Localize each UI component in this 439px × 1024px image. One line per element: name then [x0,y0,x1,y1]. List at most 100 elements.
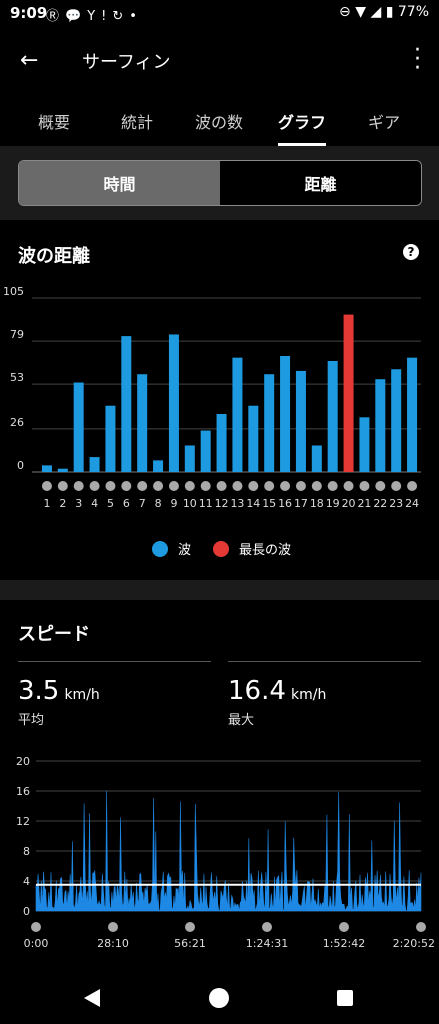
bar [200,430,211,472]
tab-overview[interactable]: 概要 [38,109,70,133]
x-tick-label: 24 [405,497,419,510]
toggle-distance-button[interactable]: 距離 [220,161,421,205]
battery-percent: 77% [397,4,429,20]
bar [295,370,306,472]
tab-graph[interactable]: グラフ [278,109,326,133]
nav-back-icon[interactable] [82,988,102,1008]
chart-legend: 波 最長の波 [152,539,291,558]
tab-bar: 概要 統計 波の数 グラフ ギア [0,92,439,144]
x-tick-label: 22 [373,497,387,510]
x-tick-dot [41,481,52,491]
x-tick-label: 3 [75,497,82,510]
help-icon[interactable]: ? [403,244,419,260]
status-bar: 9:09 Ⓡ💬Y!↻• ⊖ ▼ ◢ ▮ 77% [0,0,439,26]
x-tick-label: 18 [310,497,324,510]
page-title: サーフィン [82,52,171,73]
x-tick-dot [200,481,211,491]
x-tick-label: 28:10 [97,937,129,950]
x-tick-label: 1:52:42 [323,937,365,950]
rakuten-icon: Ⓡ [46,9,66,24]
x-tick-dot [262,922,272,932]
system-nav-bar [0,972,439,1024]
x-tick-dot [248,481,259,491]
chat-icon: 💬 [65,9,88,24]
tab-gear[interactable]: ギア [368,109,400,133]
x-tick-label: 17 [294,497,308,510]
x-tick-label: 7 [139,497,146,510]
bar [105,405,116,472]
bar [232,357,243,472]
app-bar: ← サーフィン · · · [0,26,439,92]
section-divider [0,580,439,600]
x-tick-dot [295,481,306,491]
x-tick-label: 2:20:52 [393,937,435,950]
toggle-time-button[interactable]: 時間 [19,161,220,205]
legend-longest-label: 最長の波 [239,543,292,558]
dnd-icon: ⊖ [339,4,351,20]
x-tick-label: 5 [107,497,114,510]
time-distance-toggle: 時間 距離 [18,160,422,206]
bar [168,334,179,472]
x-tick-label: 2 [59,497,66,510]
x-tick-dot [327,481,338,491]
x-tick-label: 13 [230,497,244,510]
x-tick-dot [311,481,322,491]
x-tick-label: 11 [199,497,213,510]
bar [89,457,100,472]
x-tick-dot [137,481,148,491]
x-tick-dot [105,481,116,491]
avg-speed-value: 3.5 [18,676,60,706]
y-tick-label: 20 [16,755,30,768]
y-tick-label: 26 [10,416,24,429]
x-tick-label: 6 [123,497,130,510]
x-tick-dot [375,481,386,491]
avg-divider [18,661,211,662]
bar [327,360,338,472]
max-speed-unit: km/h [290,687,327,703]
nav-home-icon[interactable] [208,987,230,1009]
bar [391,369,402,472]
bar [248,405,259,472]
more-options-icon[interactable]: · · · [414,40,421,80]
x-tick-label: 56:21 [174,937,206,950]
x-tick-label: 1:24:31 [246,937,288,950]
x-tick-dot [391,481,402,491]
y-tick-label: 12 [16,815,30,828]
x-tick-label: 12 [215,497,229,510]
avg-speed-label: 平均 [18,713,45,728]
x-tick-label: 4 [91,497,98,510]
battery-icon: ▮ [385,4,394,20]
y-tick-label: 8 [23,845,30,858]
x-tick-label: 9 [170,497,177,510]
y-tick-label: 4 [23,875,30,888]
x-tick-label: 10 [183,497,197,510]
bar [359,417,370,472]
x-tick-dot [407,481,418,491]
x-tick-label: 21 [357,497,371,510]
sync-icon: ↻ [112,9,130,24]
x-tick-dot [73,481,84,491]
x-tick-dot [359,481,370,491]
nav-recents-icon[interactable] [336,989,354,1007]
x-tick-dot [57,481,68,491]
tab-stats[interactable]: 統計 [121,109,153,133]
back-arrow-icon[interactable]: ← [20,48,38,73]
legend-wave-swatch [152,540,168,557]
x-tick-label: 16 [278,497,292,510]
system-icons: ⊖ ▼ ◢ ▮ 77% [339,4,429,20]
bar [280,356,291,472]
tab-wave-count[interactable]: 波の数 [195,109,243,133]
bar [153,460,164,472]
x-tick-label: 0:00 [24,937,49,950]
wave-distance-title: 波の距離 [18,246,90,267]
x-tick-dot [184,481,195,491]
bar [311,445,322,472]
x-tick-dot [168,481,179,491]
bar [73,382,84,472]
y-tick-label: 105 [3,285,24,298]
legend-longest-swatch [213,540,230,557]
speed-chart: 0 4 8 12 16 20 0:00 28:10 56:21 1:24:31 1:52:42 2:… [16,755,435,950]
bar [343,314,354,472]
x-tick-label: 20 [342,497,356,510]
x-tick-dot [121,481,132,491]
